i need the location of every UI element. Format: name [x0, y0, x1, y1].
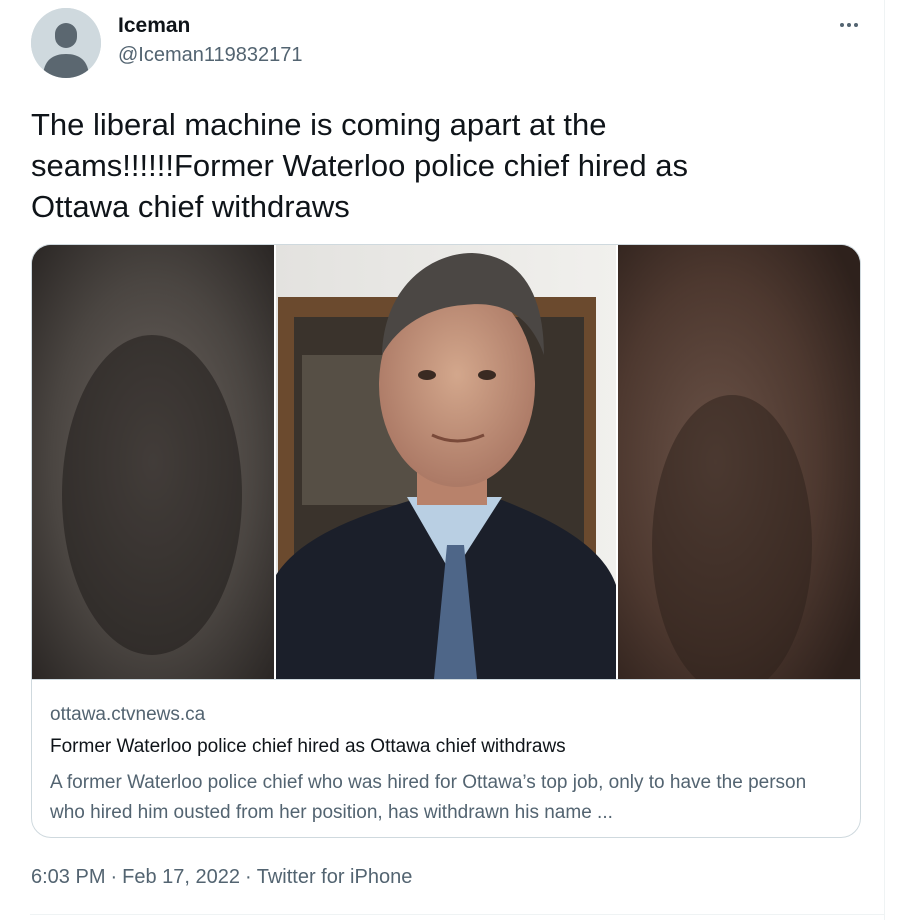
default-avatar-icon	[31, 8, 101, 78]
card-domain: ottawa.ctvnews.ca	[50, 704, 206, 725]
meta-separator: ·	[110, 866, 118, 888]
author-display-name[interactable]: Iceman	[118, 14, 190, 38]
more-horizontal-icon	[839, 23, 860, 27]
card-text-area[interactable]: ottawa.ctvnews.ca Former Waterloo police…	[32, 679, 860, 837]
card-image[interactable]	[32, 245, 860, 679]
tweet-time[interactable]: 6:03 PM	[31, 866, 105, 888]
card-description: A former Waterloo police chief who was h…	[50, 772, 807, 823]
tweet-source[interactable]: Twitter for iPhone	[257, 866, 413, 888]
author-avatar[interactable]	[31, 8, 101, 78]
meta-separator: ·	[245, 866, 252, 888]
tweet-meta: 6:03 PM · Feb 17, 2022 · Twitter for iPhone	[31, 866, 412, 889]
column-divider	[884, 0, 885, 920]
more-options-button[interactable]	[832, 10, 866, 40]
link-card[interactable]: ottawa.ctvnews.ca Former Waterloo police…	[31, 244, 861, 838]
tweet-text: The liberal machine is coming apart at t…	[31, 107, 688, 224]
card-title: Former Waterloo police chief hired as Ot…	[50, 736, 566, 757]
author-handle[interactable]: @Iceman119832171	[118, 44, 303, 67]
section-divider	[30, 914, 884, 915]
tweet-date[interactable]: Feb 17, 2022	[122, 866, 240, 888]
